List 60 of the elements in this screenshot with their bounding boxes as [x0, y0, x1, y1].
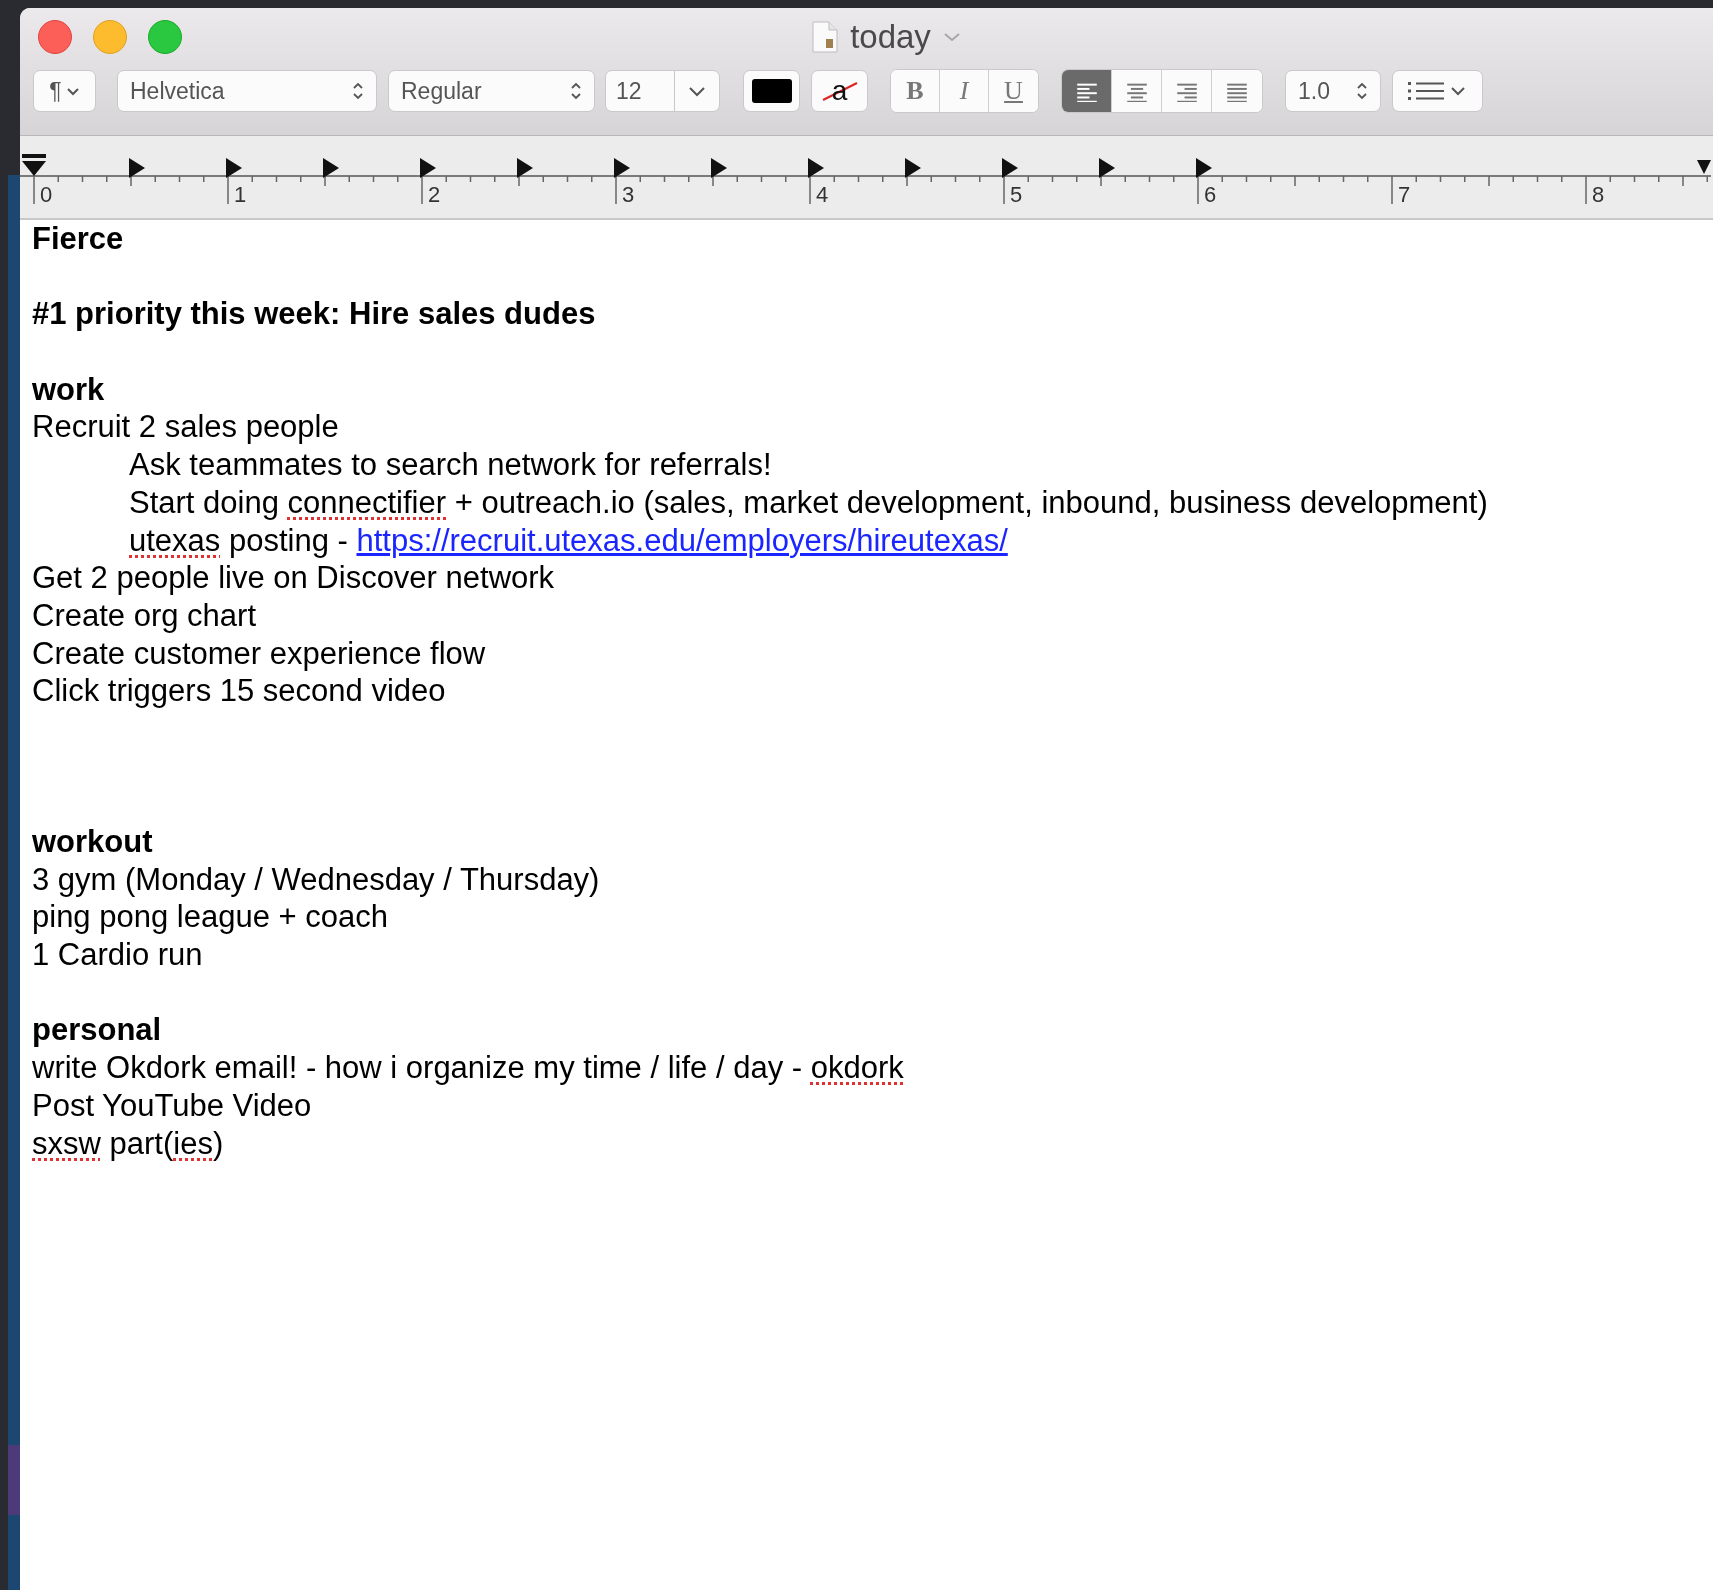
list-style-button[interactable]	[1392, 70, 1483, 112]
ruler-number: 3	[622, 182, 635, 207]
chevron-icon	[65, 86, 80, 96]
indent-marker-icon[interactable]	[22, 154, 46, 176]
text-line: Start doing connectifier + outreach.io (sales, market development, inbound, business development)	[129, 484, 1488, 520]
text-line: Post YouTube Video	[32, 1087, 312, 1123]
text-line: Create customer experience flow	[32, 635, 486, 671]
font-family-popup[interactable]: Helvetica	[117, 70, 377, 112]
text-line: write Okdork email! - how i organize my time / life / day - okdork	[32, 1050, 904, 1086]
tab-stop-icon[interactable]	[808, 158, 824, 178]
ruler-number: 1	[234, 182, 247, 207]
bold-button[interactable]: B	[891, 70, 940, 112]
text-line: Ask teammates to search network for referrals!	[129, 447, 772, 483]
close-button[interactable]	[38, 20, 72, 54]
text-line: Get 2 people live on Discover network	[32, 560, 555, 596]
tab-stop-icon[interactable]	[614, 158, 630, 178]
text-line: utexas posting - https://recruit.utexas.edu/employers/hireutexas/	[129, 522, 1008, 558]
tab-stop-icon[interactable]	[711, 158, 727, 178]
text-color-button[interactable]	[743, 70, 800, 112]
tab-stop-icon[interactable]	[323, 158, 339, 178]
heading: Fierce	[32, 221, 124, 256]
ruler-number: 2	[428, 182, 441, 207]
right-margin-marker-icon[interactable]	[1697, 160, 1711, 174]
typeface-popup[interactable]: Regular	[388, 70, 595, 112]
line-spacing-popup[interactable]: 1.0	[1285, 70, 1381, 112]
heading: workout	[32, 824, 153, 859]
ruler-number: 6	[1204, 182, 1217, 207]
link[interactable]: https://recruit.utexas.edu/employers/hireutexas/	[356, 522, 1008, 558]
ruler-number: 4	[816, 182, 829, 207]
text-line: Recruit 2 sales people	[32, 409, 339, 445]
ruler-number: 8	[1592, 182, 1605, 207]
tab-stop-icon[interactable]	[517, 158, 533, 178]
tab-stop-icon[interactable]	[1002, 158, 1018, 178]
heading: work	[32, 371, 105, 407]
document-icon	[812, 21, 839, 53]
window-title: today	[850, 18, 931, 56]
tab-stop-icon[interactable]	[226, 158, 242, 178]
heading: personal	[32, 1012, 162, 1048]
ruler-number: 5	[1010, 182, 1023, 207]
tab-stop-icon[interactable]	[129, 158, 145, 178]
tab-stop-icon[interactable]	[905, 158, 921, 178]
font-size-combo[interactable]: 12	[605, 70, 720, 112]
tab-stop-icon[interactable]	[1196, 158, 1212, 178]
tab-stop-icon[interactable]	[1099, 158, 1115, 178]
align-left-button[interactable]	[1062, 70, 1112, 112]
text-line: ping pong league + coach	[32, 899, 388, 935]
stepper-arrows-icon	[570, 81, 582, 101]
tab-stop-icon[interactable]	[420, 158, 436, 178]
text-line: Click triggers 15 second video	[32, 673, 446, 709]
ruler-number: 0	[40, 182, 53, 207]
paragraph-style-button[interactable]: ¶	[33, 70, 96, 112]
stepper-arrows-icon	[352, 81, 364, 101]
text-line: 3 gym (Monday / Wednesday / Thursday)	[32, 861, 600, 897]
ruler-number: 7	[1398, 182, 1411, 207]
text-line: 1 Cardio run	[32, 937, 203, 973]
heading: #1 priority this week: Hire sales dudes	[32, 296, 596, 332]
stepper-arrows-icon	[1356, 81, 1368, 101]
text-line: sxsw part(ies)	[32, 1125, 224, 1161]
chevron-icon	[688, 85, 706, 97]
text-line: Create org chart	[32, 597, 256, 633]
